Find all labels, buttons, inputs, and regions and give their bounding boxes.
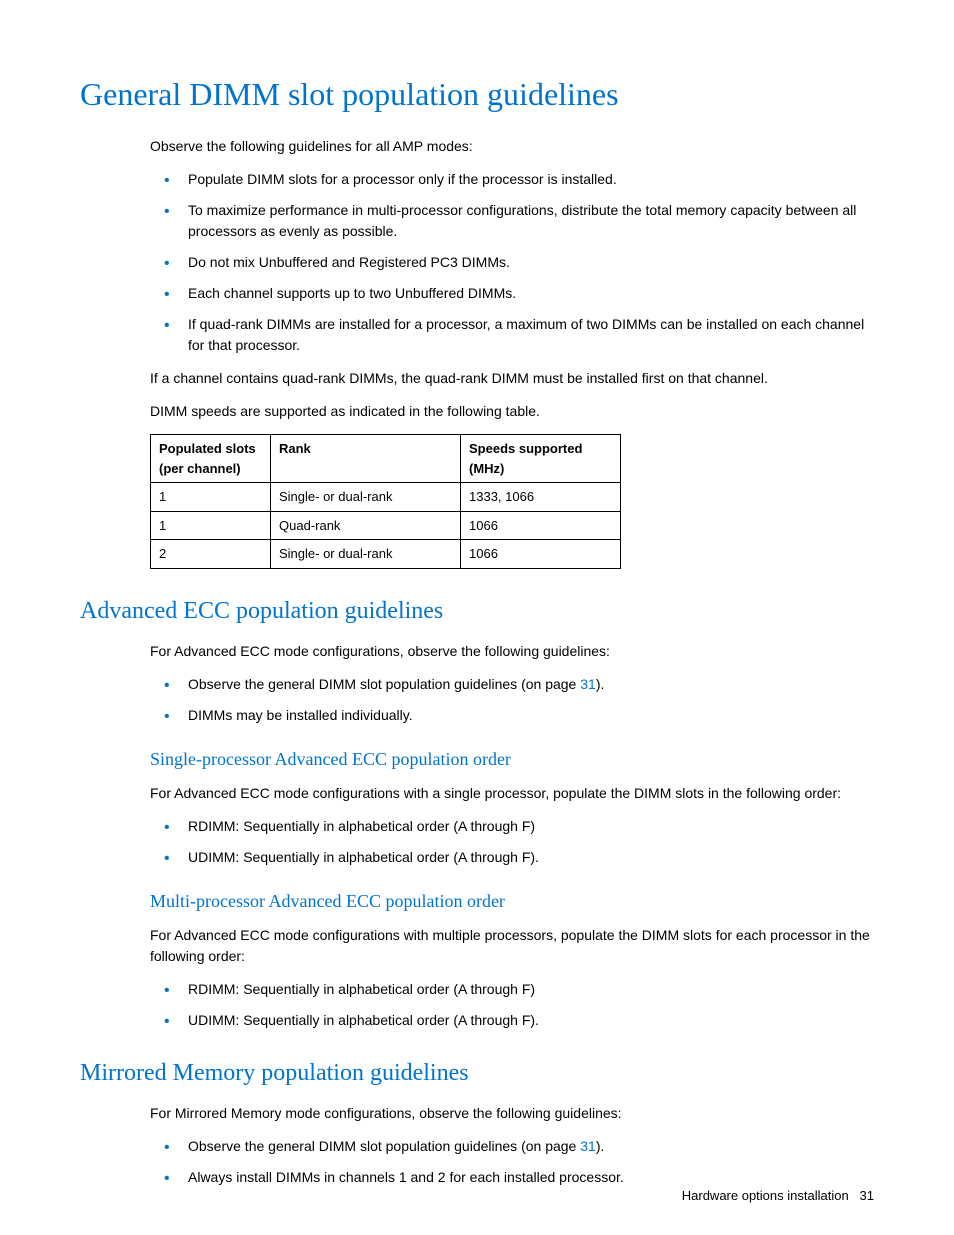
list-item: DIMMs may be installed individually. bbox=[150, 705, 874, 726]
table-cell: 1066 bbox=[461, 540, 621, 569]
page-link[interactable]: 31 bbox=[580, 1138, 596, 1154]
table-cell: Single- or dual-rank bbox=[271, 483, 461, 512]
table-intro: DIMM speeds are supported as indicated i… bbox=[150, 401, 874, 422]
list-item: Each channel supports up to two Unbuffer… bbox=[150, 283, 874, 304]
heading-mirrored-memory: Mirrored Memory population guidelines bbox=[80, 1055, 874, 1091]
list-item: Populate DIMM slots for a processor only… bbox=[150, 169, 874, 190]
footer-section: Hardware options installation bbox=[682, 1188, 849, 1203]
table-row: 1 Quad-rank 1066 bbox=[151, 511, 621, 540]
heading-general-dimm: General DIMM slot population guidelines bbox=[80, 70, 874, 118]
list-item: Always install DIMMs in channels 1 and 2… bbox=[150, 1167, 874, 1188]
table-cell: 2 bbox=[151, 540, 271, 569]
list-item: RDIMM: Sequentially in alphabetical orde… bbox=[150, 979, 874, 1000]
list-text: Observe the general DIMM slot population… bbox=[188, 1138, 580, 1154]
mirrored-intro: For Mirrored Memory mode configurations,… bbox=[150, 1103, 874, 1124]
list-item: RDIMM: Sequentially in alphabetical orde… bbox=[150, 816, 874, 837]
list-text: ). bbox=[596, 1138, 605, 1154]
table-row: 2 Single- or dual-rank 1066 bbox=[151, 540, 621, 569]
ecc-intro: For Advanced ECC mode configurations, ob… bbox=[150, 641, 874, 662]
list-item: If quad-rank DIMMs are installed for a p… bbox=[150, 314, 874, 356]
list-item: UDIMM: Sequentially in alphabetical orde… bbox=[150, 1010, 874, 1031]
table-cell: 1066 bbox=[461, 511, 621, 540]
intro-paragraph: Observe the following guidelines for all… bbox=[150, 136, 874, 157]
table-cell: 1 bbox=[151, 483, 271, 512]
table-header: Rank bbox=[271, 435, 461, 483]
table-cell: 1 bbox=[151, 511, 271, 540]
table-cell: Single- or dual-rank bbox=[271, 540, 461, 569]
mirrored-guidelines-list: Observe the general DIMM slot population… bbox=[150, 1136, 874, 1188]
ecc-guidelines-list: Observe the general DIMM slot population… bbox=[150, 674, 874, 726]
page-footer: Hardware options installation 31 bbox=[682, 1186, 874, 1206]
table-cell: Quad-rank bbox=[271, 511, 461, 540]
multi-order-list: RDIMM: Sequentially in alphabetical orde… bbox=[150, 979, 874, 1031]
list-text: Observe the general DIMM slot population… bbox=[188, 676, 580, 692]
list-item: Observe the general DIMM slot population… bbox=[150, 674, 874, 695]
heading-single-processor-ecc: Single-processor Advanced ECC population… bbox=[150, 746, 874, 773]
list-text: ). bbox=[596, 676, 605, 692]
footer-page-number: 31 bbox=[860, 1188, 874, 1203]
list-item: UDIMM: Sequentially in alphabetical orde… bbox=[150, 847, 874, 868]
list-item: Observe the general DIMM slot population… bbox=[150, 1136, 874, 1157]
list-item: Do not mix Unbuffered and Registered PC3… bbox=[150, 252, 874, 273]
list-item: To maximize performance in multi-process… bbox=[150, 200, 874, 242]
table-header-row: Populated slots (per channel) Rank Speed… bbox=[151, 435, 621, 483]
quad-rank-note: If a channel contains quad-rank DIMMs, t… bbox=[150, 368, 874, 389]
table-row: 1 Single- or dual-rank 1333, 1066 bbox=[151, 483, 621, 512]
single-intro: For Advanced ECC mode configurations wit… bbox=[150, 783, 874, 804]
dimm-speed-table: Populated slots (per channel) Rank Speed… bbox=[150, 434, 621, 569]
page-link[interactable]: 31 bbox=[580, 676, 596, 692]
general-guidelines-list: Populate DIMM slots for a processor only… bbox=[150, 169, 874, 356]
table-cell: 1333, 1066 bbox=[461, 483, 621, 512]
single-order-list: RDIMM: Sequentially in alphabetical orde… bbox=[150, 816, 874, 868]
heading-advanced-ecc: Advanced ECC population guidelines bbox=[80, 593, 874, 629]
multi-intro: For Advanced ECC mode configurations wit… bbox=[150, 925, 874, 967]
table-header: Populated slots (per channel) bbox=[151, 435, 271, 483]
table-header: Speeds supported (MHz) bbox=[461, 435, 621, 483]
heading-multi-processor-ecc: Multi-processor Advanced ECC population … bbox=[150, 888, 874, 915]
